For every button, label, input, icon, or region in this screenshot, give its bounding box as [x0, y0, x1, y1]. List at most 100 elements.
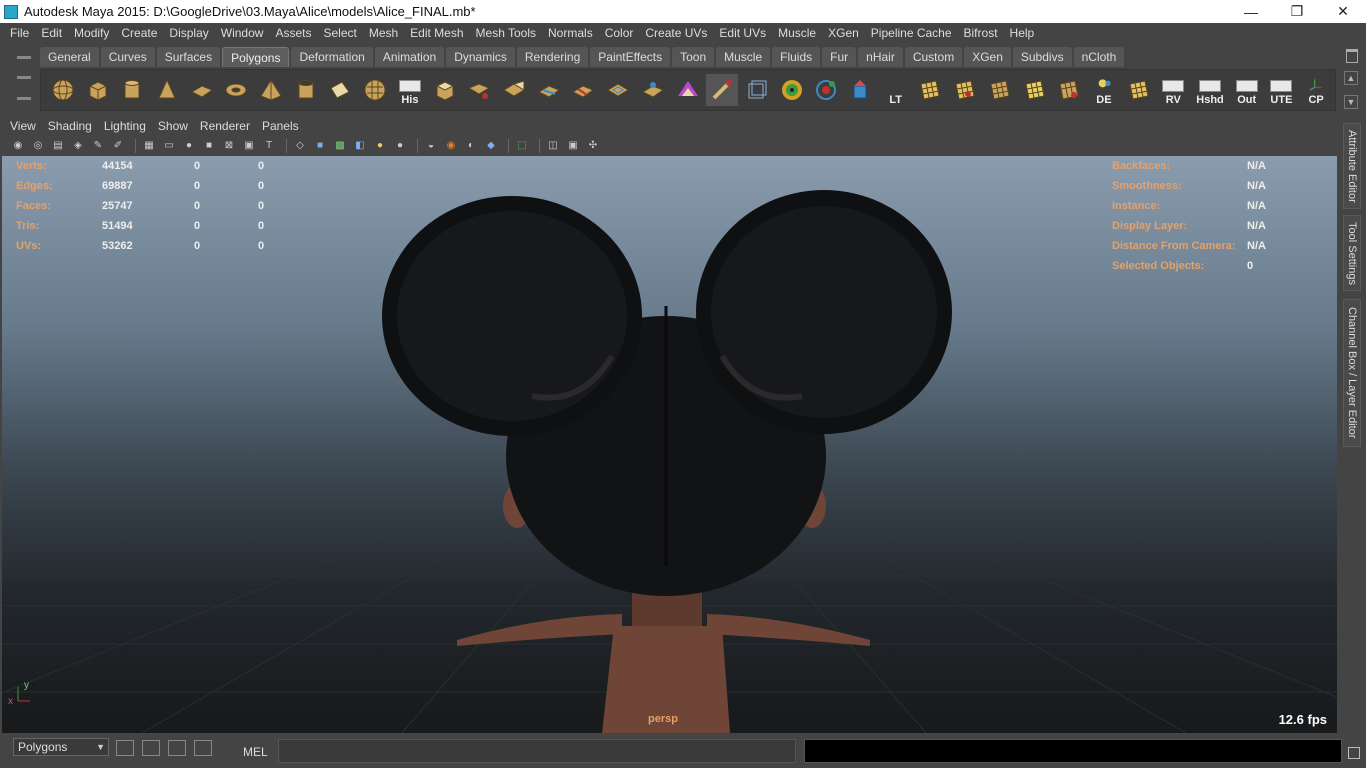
- ute-button[interactable]: UTE: [1266, 74, 1298, 106]
- shelf-tab-ncloth[interactable]: nCloth: [1073, 47, 1125, 67]
- menu-muscle[interactable]: Muscle: [772, 26, 822, 40]
- node-editor-icon[interactable]: [116, 740, 134, 756]
- tab-attribute-editor[interactable]: Attribute Editor: [1343, 123, 1361, 209]
- xray-joints-icon[interactable]: ◉: [443, 138, 459, 154]
- menu-set-select[interactable]: Polygons ▼: [13, 738, 109, 756]
- field-chart-icon[interactable]: ⊠: [221, 138, 237, 154]
- mel-command-input[interactable]: [278, 739, 796, 763]
- resolution-gate-icon[interactable]: ●: [181, 138, 197, 154]
- safe-title-icon[interactable]: T: [261, 138, 277, 154]
- safe-action-icon[interactable]: ▣: [241, 138, 257, 154]
- soft-select-icon[interactable]: [776, 74, 808, 106]
- select-camera-icon[interactable]: ◉: [10, 138, 26, 154]
- insert-edge-loop-icon[interactable]: [568, 74, 600, 106]
- menu-color[interactable]: Color: [599, 26, 640, 40]
- isolate-select-icon[interactable]: ◆: [483, 138, 499, 154]
- shelf-tab-muscle[interactable]: Muscle: [716, 47, 771, 67]
- menu-display[interactable]: Display: [163, 26, 214, 40]
- motion-blur-icon[interactable]: ✣: [585, 138, 601, 154]
- poly-pyramid-icon[interactable]: [255, 74, 287, 106]
- panel-menu-view[interactable]: View: [4, 119, 42, 133]
- poly-cone-icon[interactable]: [151, 74, 183, 106]
- panel-menu-show[interactable]: Show: [152, 119, 194, 133]
- shadows-icon[interactable]: ●: [392, 138, 408, 154]
- menu-assets[interactable]: Assets: [269, 26, 317, 40]
- uv-cylindrical-icon[interactable]: [949, 74, 981, 106]
- menu-help[interactable]: Help: [1004, 26, 1041, 40]
- shelf-tab-curves[interactable]: Curves: [100, 47, 155, 67]
- image-plane-icon[interactable]: ◈: [70, 138, 86, 154]
- smooth-icon[interactable]: [672, 74, 704, 106]
- shelf-tab-rendering[interactable]: Rendering: [516, 47, 589, 67]
- shelf-tab-custom[interactable]: Custom: [904, 47, 963, 67]
- out-button[interactable]: Out: [1231, 74, 1263, 106]
- panel-menu-panels[interactable]: Panels: [256, 119, 305, 133]
- uv-layout-icon[interactable]: [1123, 74, 1155, 106]
- wireframe-icon[interactable]: ◇: [292, 138, 308, 154]
- channel-box-icon[interactable]: [194, 740, 212, 756]
- panel-menu-lighting[interactable]: Lighting: [98, 119, 152, 133]
- lt-button[interactable]: LT: [880, 74, 912, 106]
- shelf-tab-dynamics[interactable]: Dynamics: [446, 47, 515, 67]
- cp-button[interactable]: CP: [1300, 74, 1332, 106]
- 2d-pan-zoom-icon[interactable]: ✎: [90, 138, 106, 154]
- menu-modify[interactable]: Modify: [68, 26, 115, 40]
- camera-attributes-icon[interactable]: ◎: [30, 138, 46, 154]
- shelf-tab-nhair[interactable]: nHair: [858, 47, 903, 67]
- shelf-tab-subdivs[interactable]: Subdivs: [1012, 47, 1072, 67]
- persp-viewport[interactable]: Verts: 44154 0 0 Edges: 69887 0 0 Faces: 25747 0…: [2, 156, 1337, 733]
- menu-file[interactable]: File: [4, 26, 35, 40]
- poly-plane-icon[interactable]: [186, 74, 218, 106]
- extrude-icon[interactable]: [429, 74, 461, 106]
- sculpt-geometry-icon[interactable]: [706, 74, 739, 106]
- de-button[interactable]: DE: [1088, 74, 1120, 106]
- shelf-scroll-up-icon[interactable]: ▲: [1344, 71, 1358, 85]
- shelf-handle[interactable]: [12, 47, 36, 109]
- menu-edit-uvs[interactable]: Edit UVs: [713, 26, 772, 40]
- transfer-attributes-icon[interactable]: [845, 74, 877, 106]
- tab-channel-box[interactable]: Channel Box / Layer Editor: [1343, 299, 1361, 447]
- mel-label[interactable]: MEL: [243, 745, 268, 759]
- menu-pipeline-cache[interactable]: Pipeline Cache: [865, 26, 958, 40]
- textured-icon[interactable]: ◧: [352, 138, 368, 154]
- uv-planar-icon[interactable]: [915, 74, 947, 106]
- uv-spherical-icon[interactable]: [984, 74, 1016, 106]
- shelf-tab-toon[interactable]: Toon: [672, 47, 715, 67]
- combine-icon[interactable]: [359, 74, 391, 106]
- ambient-occlusion-icon[interactable]: ▣: [565, 138, 581, 154]
- average-vertices-icon[interactable]: [637, 74, 669, 106]
- shelf-tab-fluids[interactable]: Fluids: [772, 47, 821, 67]
- shelf-tab-general[interactable]: General: [40, 47, 99, 67]
- shelf-tab-xgen[interactable]: XGen: [964, 47, 1011, 67]
- menu-normals[interactable]: Normals: [542, 26, 599, 40]
- grid-icon[interactable]: ▦: [141, 138, 157, 154]
- his-button[interactable]: His: [394, 74, 426, 106]
- xray-active-components-icon[interactable]: ◐: [463, 138, 479, 154]
- gate-mask-icon[interactable]: ■: [201, 138, 217, 154]
- menu-xgen[interactable]: XGen: [822, 26, 865, 40]
- minimize-button[interactable]: —: [1228, 0, 1274, 23]
- poly-torus-icon[interactable]: [221, 74, 253, 106]
- panel-menu-renderer[interactable]: Renderer: [194, 119, 256, 133]
- shelf-tab-polygons[interactable]: Polygons: [222, 47, 290, 67]
- menu-edit-mesh[interactable]: Edit Mesh: [404, 26, 469, 40]
- film-gate-icon[interactable]: ▭: [161, 138, 177, 154]
- trash-icon[interactable]: [1346, 49, 1358, 63]
- shelf-tab-fur[interactable]: Fur: [822, 47, 857, 67]
- highlight-selection-icon[interactable]: ⬚: [514, 138, 530, 154]
- use-all-lights-icon[interactable]: ●: [372, 138, 388, 154]
- poly-sphere-icon[interactable]: [47, 74, 79, 106]
- split-polygon-icon[interactable]: [533, 74, 565, 106]
- shelf-tab-painteffects[interactable]: PaintEffects: [590, 47, 671, 67]
- script-editor-icon[interactable]: [142, 740, 160, 756]
- symmetry-icon[interactable]: [810, 74, 842, 106]
- offset-edge-loop-icon[interactable]: [602, 74, 634, 106]
- tab-tool-settings[interactable]: Tool Settings: [1343, 215, 1361, 291]
- poly-cube-icon[interactable]: [82, 74, 114, 106]
- menu-create-uvs[interactable]: Create UVs: [639, 26, 713, 40]
- shelf-tab-surfaces[interactable]: Surfaces: [156, 47, 221, 67]
- create-polygon-tool-icon[interactable]: [325, 74, 357, 106]
- bridge-icon[interactable]: [463, 74, 495, 106]
- panel-menu-shading[interactable]: Shading: [42, 119, 98, 133]
- close-button[interactable]: ✕: [1320, 0, 1366, 23]
